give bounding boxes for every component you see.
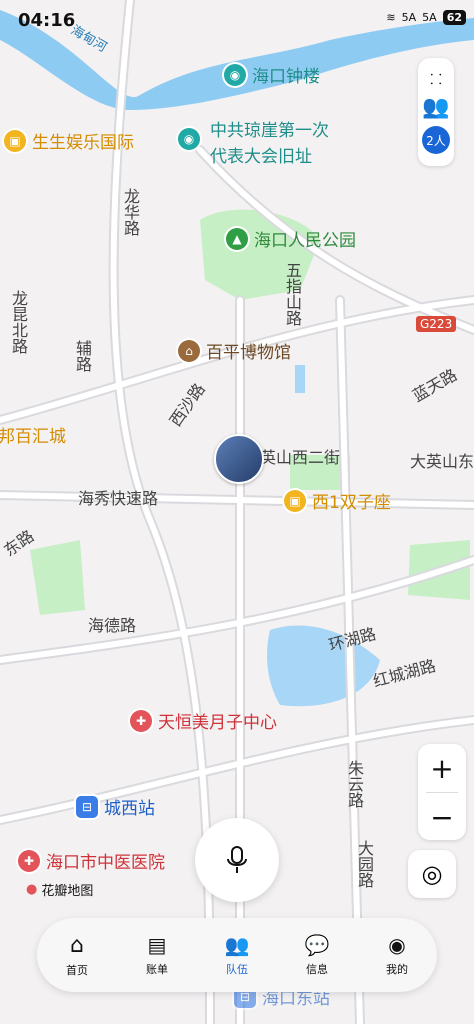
road-label: 龙昆北路	[9, 290, 28, 354]
poi-label-line1: 中共琼崖第一次	[210, 121, 329, 141]
hospital-icon: ✚	[130, 709, 152, 732]
team-icon: 👥	[224, 933, 250, 957]
road-label: 海德路	[88, 616, 137, 635]
battery-icon: 62	[442, 10, 466, 25]
shopping-bag-icon: ▣	[4, 129, 26, 152]
poi-bangbai[interactable]: 邦百汇城	[0, 422, 66, 447]
poi-museum[interactable]: ⌂ 百平博物馆	[178, 338, 291, 363]
wifi-icon: ≋	[386, 11, 396, 24]
bottom-nav: ⌂ 首页 ▤ 账单 👥 队伍 💬 信息 ◉ 我的	[37, 918, 437, 992]
poi-tcm-hospital[interactable]: ✚ 海口市中医医院	[18, 848, 165, 873]
nav-message[interactable]: 💬 信息	[287, 933, 347, 977]
road-label: 辅路	[73, 340, 92, 372]
poi-xi1[interactable]: ▣ 西1双子座	[284, 488, 391, 513]
road-label: 英山西二街	[260, 448, 341, 467]
nav-bill[interactable]: ▤ 账单	[127, 933, 187, 977]
message-icon: 💬	[304, 933, 330, 957]
poi-label: 生生娱乐国际	[32, 133, 134, 153]
hospital-icon: ✚	[18, 849, 40, 872]
status-time: 04:16	[18, 10, 76, 31]
nav-profile[interactable]: ◉ 我的	[367, 933, 427, 977]
signal2-label: 5A	[422, 11, 437, 24]
voice-button[interactable]	[195, 818, 279, 902]
zoom-out-button[interactable]: −	[418, 793, 466, 841]
poi-label: 海口市中医医院	[46, 853, 165, 873]
highway-shield: G223	[416, 316, 457, 332]
poi-label: 百平博物馆	[206, 343, 291, 363]
poi-qiongya[interactable]: ◉ 中共琼崖第一次 代表大会旧址	[178, 118, 329, 170]
poi-label: 海口人民公园	[254, 231, 356, 251]
poi-renmin-park[interactable]: ▲ 海口人民公园	[226, 226, 356, 251]
road-label: 朱云路	[345, 760, 364, 808]
camera-icon: ◉	[224, 63, 246, 86]
road-label: 五指山路	[283, 262, 302, 326]
signal1-label: 5A	[401, 11, 417, 24]
nav-home[interactable]: ⌂ 首页	[47, 933, 107, 978]
road-label: 龙华路	[121, 188, 140, 236]
poi-label: 西1双子座	[312, 493, 391, 513]
museum-icon: ⌂	[178, 339, 200, 362]
poi-bell-tower[interactable]: ◉ 海口钟楼	[224, 62, 320, 87]
train-icon: ⊟	[76, 795, 98, 818]
locate-button[interactable]: ◎	[408, 850, 456, 898]
poi-shengsheng[interactable]: ▣ 生生娱乐国际	[4, 128, 134, 153]
map-pin-icon: ●	[26, 882, 38, 897]
camera-icon: ◉	[178, 128, 200, 150]
team-count-badge[interactable]: 2人	[422, 126, 450, 154]
poi-label-line2: 代表大会旧址	[210, 147, 312, 167]
tree-icon: ▲	[226, 227, 248, 250]
team-members-icon[interactable]: 👥	[422, 95, 449, 120]
poi-label: 海口钟楼	[252, 67, 320, 87]
user-location-avatar[interactable]	[214, 434, 264, 484]
map-watermark: ● 花瓣地图	[26, 882, 94, 899]
scan-icon[interactable]: ⸬	[430, 70, 442, 89]
road-label: 海秀快速路	[78, 489, 159, 508]
zoom-control: + −	[418, 744, 466, 840]
nav-team[interactable]: 👥 队伍	[207, 933, 267, 977]
team-panel: ⸬ 👥 2人	[418, 58, 454, 166]
poi-chengxi-station[interactable]: ⊟ 城西站	[76, 794, 155, 819]
bill-icon: ▤	[147, 933, 167, 957]
home-icon: ⌂	[70, 932, 84, 958]
status-right: ≋ 5A 5A 62	[386, 10, 466, 25]
microphone-icon	[227, 846, 247, 873]
road-label: 大英山东	[410, 452, 474, 471]
poi-tianheng[interactable]: ✚ 天恒美月子中心	[130, 708, 277, 733]
road-label: 大园路	[355, 840, 374, 888]
profile-icon: ◉	[388, 933, 406, 957]
poi-label: 城西站	[104, 799, 155, 819]
shopping-bag-icon: ▣	[284, 489, 306, 512]
locate-icon: ◎	[421, 860, 443, 888]
poi-label: 天恒美月子中心	[158, 713, 277, 733]
zoom-in-button[interactable]: +	[418, 744, 466, 792]
